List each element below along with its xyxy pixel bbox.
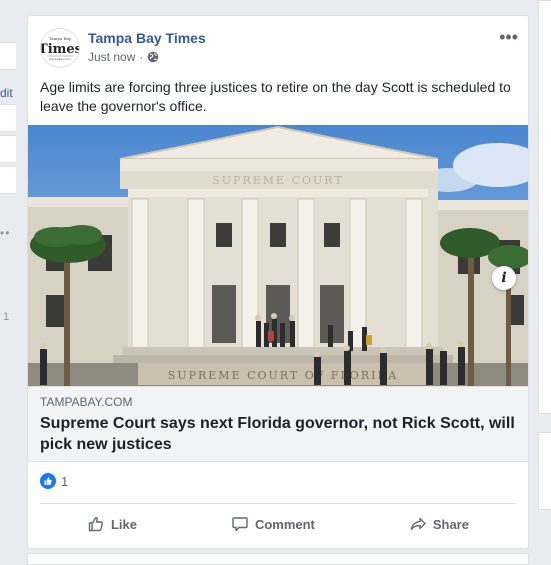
like-icon — [40, 473, 56, 489]
page-avatar[interactable]: Tampa Bay Times tampabay.com — [40, 28, 80, 68]
comment-label: Comment — [254, 516, 315, 532]
link-preview-image[interactable]: SUPREME COURT SUPREME COURT OF FLORIDA — [28, 125, 528, 386]
right-panel — [538, 0, 551, 414]
share-label: Share — [432, 516, 469, 532]
next-post — [27, 553, 529, 565]
post-header: Tampa Bay Times tampabay.com Tampa Bay T… — [40, 28, 518, 72]
svg-text:SUPREME COURT: SUPREME COURT — [212, 174, 343, 187]
svg-text:SUPREME COURT OF FLORIDA: SUPREME COURT OF FLORIDA — [168, 369, 398, 382]
svg-text:tampabay.com: tampabay.com — [49, 57, 71, 61]
like-label: Like — [110, 516, 137, 532]
like-button[interactable]: Like — [87, 515, 137, 533]
link-title[interactable]: Supreme Court says next Florida governor… — [40, 413, 520, 455]
tampa-bay-times-logo: Tampa Bay Times tampabay.com — [41, 29, 79, 67]
share-button[interactable]: Share — [409, 515, 469, 533]
left-column: dit •• 1 — [0, 0, 16, 558]
share-icon — [410, 517, 426, 531]
left-count: 1 — [3, 311, 10, 323]
post-message: Age limits are forcing three justices to… — [40, 79, 511, 114]
timestamp[interactable]: Just now — [88, 50, 135, 64]
svg-text:Tampa Bay: Tampa Bay — [49, 36, 72, 41]
meta-separator: · — [139, 50, 144, 64]
comment-button[interactable]: Comment — [231, 515, 315, 533]
link-preview[interactable]: TAMPABAY.COM Supreme Court says next Flo… — [28, 386, 528, 462]
info-button[interactable]: i — [492, 266, 516, 290]
comment-icon — [232, 517, 248, 532]
right-panel — [538, 432, 551, 510]
feed-post: Tampa Bay Times tampabay.com Tampa Bay T… — [27, 15, 529, 549]
post-meta: Just now · — [88, 50, 159, 64]
svg-text:Times: Times — [41, 42, 79, 57]
reactions-summary[interactable]: 1 — [40, 471, 68, 491]
reaction-count[interactable]: 1 — [61, 474, 68, 489]
right-column — [538, 0, 551, 558]
link-domain: TAMPABAY.COM — [40, 395, 133, 409]
action-bar: Like Comment Share — [40, 503, 516, 544]
left-panel-row — [0, 42, 16, 70]
left-panel-row — [0, 104, 16, 132]
more-dots-icon[interactable]: •• — [0, 226, 10, 240]
left-panel-row — [0, 166, 16, 194]
edit-link[interactable]: dit — [0, 86, 13, 100]
left-panel-row — [0, 135, 16, 163]
more-options-icon[interactable]: ••• — [499, 28, 518, 46]
thumbs-up-icon — [88, 516, 103, 532]
page-name-link[interactable]: Tampa Bay Times — [88, 30, 206, 46]
globe-icon[interactable] — [147, 51, 159, 63]
